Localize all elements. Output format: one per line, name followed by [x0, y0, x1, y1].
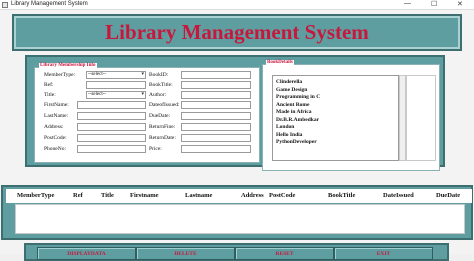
- minimize-icon[interactable]: —: [404, 0, 411, 7]
- address-field[interactable]: [77, 123, 146, 131]
- label-member-type: MemberType:: [44, 72, 76, 78]
- label-address: Address:: [44, 124, 64, 130]
- chevron-down-icon: ▾: [141, 72, 144, 77]
- list-item[interactable]: Game Design: [276, 87, 395, 95]
- membership-info-group: Library Membership Info MemberType: --se…: [34, 63, 260, 163]
- main-window: Library Management System Library Member…: [0, 10, 474, 261]
- ref-field[interactable]: [86, 81, 146, 89]
- member-type-select[interactable]: --select-- ▾: [86, 71, 146, 79]
- col-address: Address: [241, 192, 264, 199]
- app-title: Library Management System: [105, 20, 369, 44]
- label-postcode: PostCode:: [44, 135, 67, 141]
- title-value: --select--: [88, 92, 107, 97]
- col-duedate: DueDate: [436, 192, 461, 199]
- book-details-group: BookDetails Clinderella Game Design Prog…: [262, 60, 440, 171]
- bookid-field[interactable]: [181, 71, 251, 79]
- label-bookid: BookID:: [149, 72, 169, 78]
- label-returndate: ReturnDate:: [149, 135, 176, 141]
- returnfine-field[interactable]: [181, 123, 251, 131]
- records-textbox[interactable]: [15, 204, 465, 234]
- label-returnfine: ReturnFine:: [149, 124, 176, 130]
- col-title: Title: [101, 192, 114, 199]
- list-item[interactable]: Made in Africa: [276, 109, 395, 117]
- label-lastname: LastName:: [44, 113, 69, 119]
- returndate-field[interactable]: [181, 134, 251, 142]
- app-icon: [2, 2, 8, 8]
- close-icon[interactable]: ✕: [457, 0, 463, 8]
- window-title: Library Management System: [11, 1, 88, 7]
- price-field[interactable]: [181, 145, 251, 153]
- postcode-field[interactable]: [77, 134, 146, 142]
- dateofissued-field[interactable]: [181, 101, 251, 109]
- firstname-field[interactable]: [77, 101, 146, 109]
- col-postcode: PostCode: [269, 192, 296, 199]
- label-ref: Ref:: [44, 82, 54, 88]
- list-item[interactable]: Ancient Rome: [276, 102, 395, 110]
- lastname-field[interactable]: [77, 112, 146, 120]
- book-details-legend: BookDetails: [266, 60, 294, 65]
- col-dateissued: DateIssued: [383, 192, 414, 199]
- member-type-value: --select--: [88, 72, 107, 77]
- label-price: Price:: [149, 146, 162, 152]
- records-table-section: MemberType Ref Title Firstname Lastname …: [1, 185, 473, 240]
- label-title: Title:: [44, 92, 56, 98]
- book-list-scrollbar[interactable]: [399, 75, 406, 161]
- label-duedate: DueDate:: [149, 113, 171, 119]
- col-ref: Ref: [73, 192, 83, 199]
- title-banner: Library Management System: [12, 14, 462, 51]
- title-select[interactable]: --select-- ▾: [86, 91, 146, 99]
- list-item[interactable]: Dr.B.R.Ambedkar: [276, 117, 395, 125]
- list-item[interactable]: PythonDeveloper: [276, 139, 395, 147]
- list-item[interactable]: Programming in C: [276, 94, 395, 102]
- list-item[interactable]: Clinderella: [276, 79, 395, 87]
- button-bar: DISPLAYDATA DELETE RESET EXIT: [24, 243, 449, 261]
- maximize-icon[interactable]: ☐: [431, 0, 437, 8]
- label-firstname: FirstName:: [44, 102, 69, 108]
- list-item[interactable]: London: [276, 124, 395, 132]
- col-firstname: Firstname: [130, 192, 159, 199]
- label-dateofissued: DateofIssued:: [149, 102, 180, 108]
- col-membertype: MemberType: [17, 192, 55, 199]
- table-header: MemberType Ref Title Firstname Lastname …: [6, 189, 472, 203]
- book-detail-textbox[interactable]: [406, 75, 436, 161]
- label-phoneno: PhoneNo:: [44, 146, 66, 152]
- author-field[interactable]: [181, 91, 251, 99]
- label-booktitle: BookTitle:: [149, 82, 173, 88]
- chevron-down-icon: ▾: [141, 92, 144, 97]
- duedate-field[interactable]: [181, 112, 251, 120]
- book-listbox[interactable]: Clinderella Game Design Programming in C…: [272, 75, 399, 161]
- list-item[interactable]: Hello India: [276, 132, 395, 140]
- booktitle-field[interactable]: [181, 81, 251, 89]
- phoneno-field[interactable]: [77, 145, 146, 153]
- window-titlebar: Library Management System — ☐ ✕: [0, 0, 474, 10]
- membership-info-legend: Library Membership Info: [39, 63, 97, 68]
- label-author: Author:: [149, 92, 167, 98]
- col-lastname: Lastname: [185, 192, 213, 199]
- col-booktitle: BookTitle: [328, 192, 356, 199]
